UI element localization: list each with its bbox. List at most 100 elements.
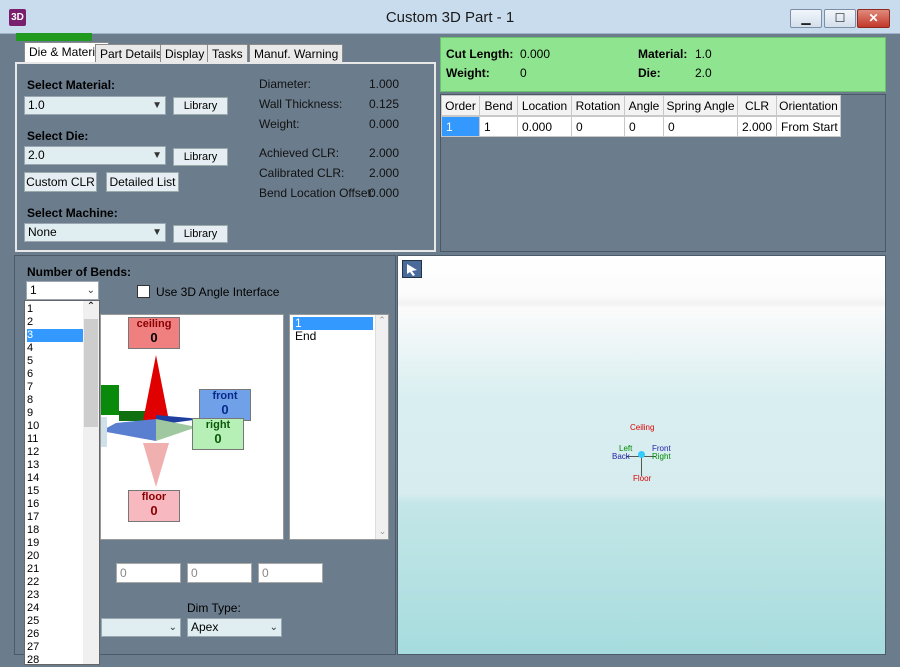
view-reset-icon[interactable] — [402, 260, 422, 278]
bend-count-option[interactable]: 28 — [27, 654, 83, 667]
scroll-up-icon[interactable]: ⌃ — [376, 315, 388, 326]
material-library-button[interactable]: Library — [173, 97, 228, 115]
direction-compass[interactable]: ceiling 0 front 0 right 0 floor 0 — [100, 314, 284, 540]
bend-count-option[interactable]: 13 — [27, 459, 83, 472]
table-cell-rotation[interactable]: 0 — [571, 116, 625, 137]
detailed-list-button[interactable]: Detailed List — [106, 172, 179, 192]
table-cell-bend[interactable]: 1 — [479, 116, 518, 137]
secondary-select[interactable]: ⌄ — [101, 618, 181, 637]
material-select[interactable]: 1.0 ▼ — [24, 96, 166, 115]
ceiling-box[interactable]: ceiling 0 — [128, 317, 180, 349]
table-cell-order[interactable]: 1 — [441, 116, 480, 137]
dim-type-select[interactable]: Apex ⌄ — [187, 618, 282, 637]
number-of-bends-select[interactable]: 1 ⌄ — [26, 281, 99, 300]
weight-value: 0.000 — [369, 117, 400, 131]
machine-select[interactable]: None ▼ — [24, 223, 166, 242]
select-die-label: Select Die: — [27, 129, 89, 143]
cut-length-value: 0.000 — [520, 47, 551, 61]
maximize-button[interactable]: ☐ — [824, 9, 856, 28]
col-rotation[interactable]: Rotation — [571, 95, 625, 116]
summary-material-label: Material: — [638, 47, 688, 61]
bend-list-scrollbar[interactable]: ⌃ ⌄ — [375, 315, 388, 539]
bend-count-option[interactable]: 12 — [27, 446, 83, 459]
select-machine-label: Select Machine: — [27, 206, 118, 220]
die-select[interactable]: 2.0 ▼ — [24, 146, 166, 165]
col-spring-angle[interactable]: Spring Angle — [663, 95, 738, 116]
right-box[interactable]: right 0 — [192, 418, 244, 450]
bend-count-option[interactable]: 26 — [27, 628, 83, 641]
bend-count-option[interactable]: 1 — [27, 303, 83, 316]
table-cell-orientation[interactable]: From Start — [776, 116, 841, 137]
number-of-bends-value: 1 — [30, 283, 37, 297]
col-bend[interactable]: Bend — [479, 95, 518, 116]
bend-count-option[interactable]: 8 — [27, 394, 83, 407]
number-of-bends-dropdown[interactable]: 1 2 3 4 5 6 7 8 9 10 11 12 13 14 15 16 17 18 19 20 21 22 23 24 2… — [24, 300, 100, 667]
bend-count-option[interactable]: 5 — [27, 355, 83, 368]
chevron-down-icon: ▼ — [152, 227, 162, 238]
number-of-bends-label: Number of Bends: — [27, 265, 132, 279]
bend-count-option[interactable]: 22 — [27, 576, 83, 589]
use-3d-angle-label: Use 3D Angle Interface — [156, 285, 280, 299]
bend-input-1[interactable]: 0 — [116, 563, 181, 583]
col-angle[interactable]: Angle — [624, 95, 664, 116]
tab-display[interactable]: Display — [160, 44, 210, 63]
bend-count-option[interactable]: 25 — [27, 615, 83, 628]
front-label: front — [212, 390, 238, 402]
bend-count-option[interactable]: 14 — [27, 472, 83, 485]
floor-box[interactable]: floor 0 — [128, 490, 180, 522]
tab-part-details[interactable]: Part Details — [95, 44, 168, 63]
scroll-up-icon[interactable]: ⌃ — [83, 301, 99, 312]
bend-count-option[interactable]: 4 — [27, 342, 83, 355]
close-button[interactable]: ✕ — [857, 9, 890, 28]
table-cell-clr[interactable]: 2.000 — [737, 116, 777, 137]
bend-count-option[interactable]: 19 — [27, 537, 83, 550]
table-cell-spring-angle[interactable]: 0 — [663, 116, 738, 137]
bend-count-option[interactable]: 23 — [27, 589, 83, 602]
front-box[interactable]: front 0 — [199, 389, 251, 421]
bend-count-option[interactable]: 9 — [27, 407, 83, 420]
bend-list[interactable]: 1 End ⌃ ⌄ — [289, 314, 389, 540]
ceiling-label: ceiling — [136, 318, 172, 330]
col-orientation[interactable]: Orientation — [776, 95, 841, 116]
custom-clr-button[interactable]: Custom CLR — [24, 172, 97, 192]
achieved-clr-value: 2.000 — [369, 146, 400, 160]
bend-count-option[interactable]: 20 — [27, 550, 83, 563]
chevron-down-icon: ⌄ — [86, 285, 95, 296]
bend-count-option[interactable]: 2 — [27, 316, 83, 329]
col-clr[interactable]: CLR — [737, 95, 777, 116]
bend-count-option[interactable]: 21 — [27, 563, 83, 576]
bend-count-option[interactable]: 24 — [27, 602, 83, 615]
material-value: 1.0 — [28, 98, 45, 112]
bend-list-item-end[interactable]: End — [293, 330, 373, 343]
bend-location-offset-value: 0.000 — [369, 186, 400, 200]
bend-input-2[interactable]: 0 — [187, 563, 252, 583]
scroll-down-icon[interactable]: ⌄ — [376, 526, 389, 537]
tab-tasks[interactable]: Tasks — [207, 44, 248, 63]
bend-count-option[interactable]: 18 — [27, 524, 83, 537]
bend-input-3[interactable]: 0 — [258, 563, 323, 583]
bend-count-option[interactable]: 15 — [27, 485, 83, 498]
machine-library-button[interactable]: Library — [173, 225, 228, 243]
scroll-thumb[interactable] — [84, 319, 98, 427]
table-cell-angle[interactable]: 0 — [624, 116, 664, 137]
bend-count-option[interactable]: 10 — [27, 420, 83, 433]
bend-count-option[interactable]: 7 — [27, 381, 83, 394]
bend-count-option[interactable]: 3 — [27, 329, 83, 342]
tab-manuf-warning[interactable]: Manuf. Warning — [249, 44, 344, 63]
bend-count-option[interactable]: 27 — [27, 641, 83, 654]
use-3d-angle-checkbox[interactable] — [137, 285, 150, 298]
bend-count-option[interactable]: 17 — [27, 511, 83, 524]
die-library-button[interactable]: Library — [173, 148, 228, 166]
col-order[interactable]: Order — [441, 95, 480, 116]
dropdown-scrollbar[interactable]: ⌃ — [83, 301, 99, 664]
bend-count-option[interactable]: 6 — [27, 368, 83, 381]
3d-view[interactable]: Ceiling Floor Front Right Left Back — [397, 255, 886, 655]
dim-type-label: Dim Type: — [187, 601, 241, 615]
bend-count-option[interactable]: 11 — [27, 433, 83, 446]
back-axis-label: Back — [612, 452, 630, 461]
progress-indicator — [16, 33, 92, 41]
bend-count-option[interactable]: 16 — [27, 498, 83, 511]
col-location[interactable]: Location — [517, 95, 572, 116]
table-cell-location[interactable]: 0.000 — [517, 116, 572, 137]
minimize-button[interactable]: ▁ — [790, 9, 822, 28]
